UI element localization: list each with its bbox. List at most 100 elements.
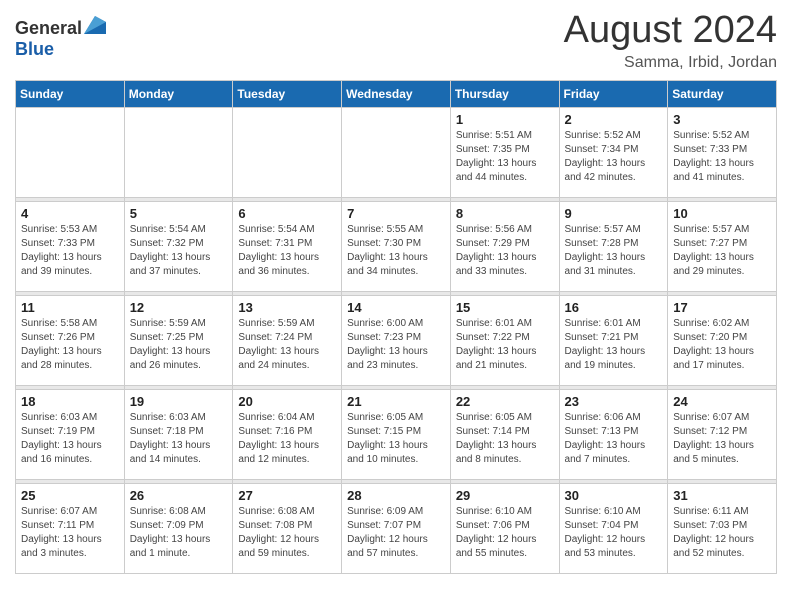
logo-icon (84, 16, 106, 34)
month-year-title: August 2024 (564, 10, 777, 52)
day-number: 25 (21, 488, 119, 503)
day-number: 20 (238, 394, 336, 409)
day-info: Sunrise: 6:10 AM Sunset: 7:04 PM Dayligh… (565, 505, 663, 561)
day-info: Sunrise: 6:02 AM Sunset: 7:20 PM Dayligh… (673, 317, 771, 373)
calendar-cell: 30Sunrise: 6:10 AM Sunset: 7:04 PM Dayli… (559, 483, 668, 573)
location-subtitle: Samma, Irbid, Jordan (564, 54, 777, 72)
calendar-cell: 26 Sunrise: 6:08 AM Sunset: 7:09 PM Dayli… (124, 483, 233, 573)
day-info: Sunrise: 6:07 AM Sunset: 7:11 PM Dayligh… (21, 505, 119, 561)
calendar-cell: 31 Sunrise: 6:11 AM Sunset: 7:03 PM Dayli… (668, 483, 777, 573)
day-number: 3 (673, 112, 771, 127)
day-info: Sunrise: 5:56 AM Sunset: 7:29 PM Dayligh… (456, 223, 554, 279)
day-info: Sunrise: 6:11 AM Sunset: 7:03 PM Dayligh… (673, 505, 771, 561)
calendar-cell: 11Sunrise: 5:58 AM Sunset: 7:26 PM Dayli… (16, 295, 125, 385)
day-info: Sunrise: 6:08 AM Sunset: 7:09 PM Dayligh… (130, 505, 228, 561)
day-info: Sunrise: 6:05 AM Sunset: 7:14 PM Dayligh… (456, 411, 554, 467)
day-number: 26 (130, 488, 228, 503)
day-info: Sunrise: 6:06 AM Sunset: 7:13 PM Dayligh… (565, 411, 663, 467)
calendar-cell: 5 Sunrise: 5:54 AM Sunset: 7:32 PM Daylig… (124, 201, 233, 291)
day-number: 28 (347, 488, 445, 503)
calendar-cell: 23 Sunrise: 6:06 AM Sunset: 7:13 PM Dayli… (559, 389, 668, 479)
calendar-cell: 7Sunrise: 5:55 AM Sunset: 7:30 PM Daylig… (342, 201, 451, 291)
day-info: Sunrise: 6:10 AM Sunset: 7:06 PM Dayligh… (456, 505, 554, 561)
calendar-cell (124, 107, 233, 197)
day-number: 27 (238, 488, 336, 503)
day-info: Sunrise: 5:59 AM Sunset: 7:25 PM Dayligh… (130, 317, 228, 373)
day-info: Sunrise: 5:59 AM Sunset: 7:24 PM Dayligh… (238, 317, 336, 373)
day-info: Sunrise: 6:07 AM Sunset: 7:12 PM Dayligh… (673, 411, 771, 467)
calendar-cell: 22 Sunrise: 6:05 AM Sunset: 7:14 PM Dayli… (450, 389, 559, 479)
day-number: 1 (456, 112, 554, 127)
day-number: 13 (238, 300, 336, 315)
calendar-cell: 16 Sunrise: 6:01 AM Sunset: 7:21 PM Dayli… (559, 295, 668, 385)
calendar-cell (16, 107, 125, 197)
day-number: 11 (21, 300, 119, 315)
calendar-cell: 12Sunrise: 5:59 AM Sunset: 7:25 PM Dayli… (124, 295, 233, 385)
calendar-cell: 18Sunrise: 6:03 AM Sunset: 7:19 PM Dayli… (16, 389, 125, 479)
weekday-thursday: Thursday (450, 80, 559, 107)
day-number: 14 (347, 300, 445, 315)
weekday-saturday: Saturday (668, 80, 777, 107)
calendar-cell: 9 Sunrise: 5:57 AM Sunset: 7:28 PM Daylig… (559, 201, 668, 291)
logo-general-text: General (15, 18, 82, 39)
calendar-cell: 25 Sunrise: 6:07 AM Sunset: 7:11 PM Dayli… (16, 483, 125, 573)
week-row-2: 4 Sunrise: 5:53 AM Sunset: 7:33 PM Daylig… (16, 201, 777, 291)
calendar-cell (233, 107, 342, 197)
calendar-cell: 1 Sunrise: 5:51 AM Sunset: 7:35 PM Daylig… (450, 107, 559, 197)
calendar-cell: 8 Sunrise: 5:56 AM Sunset: 7:29 PM Daylig… (450, 201, 559, 291)
calendar-cell: 10 Sunrise: 5:57 AM Sunset: 7:27 PM Dayli… (668, 201, 777, 291)
calendar-cell (342, 107, 451, 197)
calendar-cell: 27 Sunrise: 6:08 AM Sunset: 7:08 PM Dayli… (233, 483, 342, 573)
calendar-cell: 24 Sunrise: 6:07 AM Sunset: 7:12 PM Dayli… (668, 389, 777, 479)
day-info: Sunrise: 5:57 AM Sunset: 7:28 PM Dayligh… (565, 223, 663, 279)
day-number: 21 (347, 394, 445, 409)
calendar-cell: 2 Sunrise: 5:52 AM Sunset: 7:34 PM Daylig… (559, 107, 668, 197)
day-info: Sunrise: 6:09 AM Sunset: 7:07 PM Dayligh… (347, 505, 445, 561)
logo-blue-text: Blue (15, 39, 54, 60)
day-number: 18 (21, 394, 119, 409)
day-info: Sunrise: 6:04 AM Sunset: 7:16 PM Dayligh… (238, 411, 336, 467)
day-info: Sunrise: 5:57 AM Sunset: 7:27 PM Dayligh… (673, 223, 771, 279)
day-info: Sunrise: 5:55 AM Sunset: 7:30 PM Dayligh… (347, 223, 445, 279)
day-number: 5 (130, 206, 228, 221)
calendar-cell: 20 Sunrise: 6:04 AM Sunset: 7:16 PM Dayli… (233, 389, 342, 479)
day-info: Sunrise: 5:51 AM Sunset: 7:35 PM Dayligh… (456, 129, 554, 185)
calendar-cell: 19 Sunrise: 6:03 AM Sunset: 7:18 PM Dayli… (124, 389, 233, 479)
day-number: 19 (130, 394, 228, 409)
day-number: 4 (21, 206, 119, 221)
weekday-tuesday: Tuesday (233, 80, 342, 107)
day-info: Sunrise: 6:01 AM Sunset: 7:21 PM Dayligh… (565, 317, 663, 373)
calendar-cell: 29 Sunrise: 6:10 AM Sunset: 7:06 PM Dayli… (450, 483, 559, 573)
day-info: Sunrise: 6:08 AM Sunset: 7:08 PM Dayligh… (238, 505, 336, 561)
calendar-cell: 17 Sunrise: 6:02 AM Sunset: 7:20 PM Dayli… (668, 295, 777, 385)
weekday-monday: Monday (124, 80, 233, 107)
day-info: Sunrise: 6:05 AM Sunset: 7:15 PM Dayligh… (347, 411, 445, 467)
day-number: 24 (673, 394, 771, 409)
day-info: Sunrise: 6:01 AM Sunset: 7:22 PM Dayligh… (456, 317, 554, 373)
day-number: 8 (456, 206, 554, 221)
day-number: 29 (456, 488, 554, 503)
day-number: 16 (565, 300, 663, 315)
week-row-5: 25 Sunrise: 6:07 AM Sunset: 7:11 PM Dayli… (16, 483, 777, 573)
day-info: Sunrise: 5:52 AM Sunset: 7:34 PM Dayligh… (565, 129, 663, 185)
calendar-cell: 13 Sunrise: 5:59 AM Sunset: 7:24 PM Dayli… (233, 295, 342, 385)
day-number: 22 (456, 394, 554, 409)
day-number: 2 (565, 112, 663, 127)
day-number: 23 (565, 394, 663, 409)
day-info: Sunrise: 5:54 AM Sunset: 7:32 PM Dayligh… (130, 223, 228, 279)
calendar-cell: 15 Sunrise: 6:01 AM Sunset: 7:22 PM Dayli… (450, 295, 559, 385)
weekday-friday: Friday (559, 80, 668, 107)
day-info: Sunrise: 5:53 AM Sunset: 7:33 PM Dayligh… (21, 223, 119, 279)
day-info: Sunrise: 6:00 AM Sunset: 7:23 PM Dayligh… (347, 317, 445, 373)
calendar-cell: 14 Sunrise: 6:00 AM Sunset: 7:23 PM Dayli… (342, 295, 451, 385)
day-number: 15 (456, 300, 554, 315)
weekday-header-row: SundayMondayTuesdayWednesdayThursdayFrid… (16, 80, 777, 107)
day-number: 31 (673, 488, 771, 503)
day-info: Sunrise: 6:03 AM Sunset: 7:18 PM Dayligh… (130, 411, 228, 467)
day-number: 17 (673, 300, 771, 315)
weekday-wednesday: Wednesday (342, 80, 451, 107)
day-info: Sunrise: 5:52 AM Sunset: 7:33 PM Dayligh… (673, 129, 771, 185)
calendar-cell: 3 Sunrise: 5:52 AM Sunset: 7:33 PM Daylig… (668, 107, 777, 197)
day-number: 10 (673, 206, 771, 221)
day-number: 9 (565, 206, 663, 221)
